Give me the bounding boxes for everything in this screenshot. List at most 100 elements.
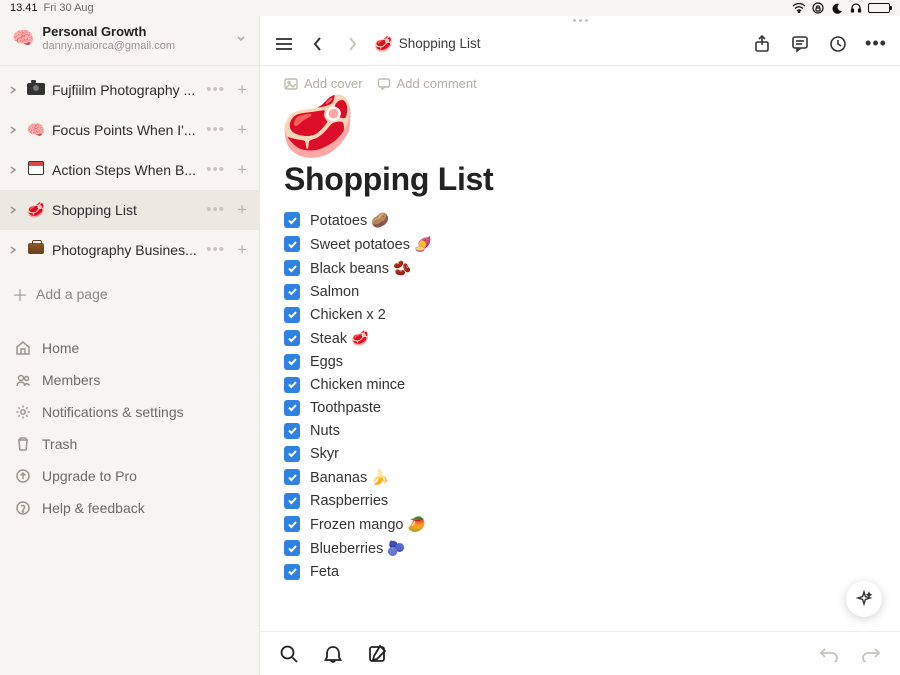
todo-item[interactable]: Sweet potatoes 🍠 <box>284 232 900 256</box>
page-more-button[interactable]: ••• <box>204 161 227 178</box>
todo-item[interactable]: Feta <box>284 560 900 583</box>
todo-item[interactable]: Potatoes 🥔 <box>284 208 900 232</box>
status-date: Fri 30 Aug <box>44 2 94 14</box>
nav-item-help[interactable]: Help & feedback <box>0 492 259 524</box>
breadcrumb[interactable]: 🥩 Shopping List <box>374 35 481 53</box>
page-add-child-button[interactable]: + <box>233 160 251 180</box>
todo-item[interactable]: Nuts <box>284 419 900 442</box>
todo-item[interactable]: Chicken x 2 <box>284 303 900 326</box>
add-page-label: Add a page <box>36 286 108 302</box>
todo-checkbox[interactable] <box>284 423 300 439</box>
share-button[interactable] <box>750 32 774 56</box>
sidebar-page-item[interactable]: 🧠Focus Points When I'...•••+ <box>0 110 259 150</box>
expand-chevron-icon[interactable] <box>6 245 20 255</box>
todo-checkbox[interactable] <box>284 330 300 346</box>
add-comment-button[interactable]: Add comment <box>377 76 477 91</box>
orientation-lock-icon <box>811 2 825 14</box>
add-page-button[interactable]: ＋ Add a page <box>0 270 259 318</box>
todo-checkbox[interactable] <box>284 493 300 509</box>
page-more-button[interactable]: ••• <box>204 81 227 98</box>
todo-item[interactable]: Black beans 🫘 <box>284 256 900 280</box>
todo-checkbox[interactable] <box>284 354 300 370</box>
compose-button[interactable] <box>366 643 388 665</box>
sidebar-page-item[interactable]: Action Steps When B...•••+ <box>0 150 259 190</box>
search-button[interactable] <box>278 643 300 665</box>
sidebar-toggle-button[interactable] <box>272 32 296 56</box>
page-label: Photography Busines... <box>52 242 198 258</box>
page-more-button[interactable]: ••• <box>204 241 227 258</box>
expand-chevron-icon[interactable] <box>6 165 20 175</box>
nav-label: Home <box>42 340 79 356</box>
trash-icon <box>14 436 32 452</box>
sidebar-page-item[interactable]: 🥩Shopping List•••+ <box>0 190 259 230</box>
expand-chevron-icon[interactable] <box>6 85 20 95</box>
sidebar-page-item[interactable]: Fujfiilm Photography ... ••• + <box>0 70 259 110</box>
ai-fab-button[interactable] <box>846 581 882 617</box>
todo-item[interactable]: Blueberries 🫐 <box>284 536 900 560</box>
nav-label: Members <box>42 372 100 388</box>
status-bar: 13.41 Fri 30 Aug <box>0 0 900 16</box>
todo-checkbox[interactable] <box>284 400 300 416</box>
main-area: 🥩 Shopping List ••• <box>260 16 900 675</box>
back-button[interactable] <box>306 32 330 56</box>
page-title[interactable]: Shopping List <box>260 161 900 208</box>
todo-checkbox[interactable] <box>284 377 300 393</box>
nav-item-settings[interactable]: Notifications & settings <box>0 396 259 428</box>
todo-item[interactable]: Frozen mango 🥭 <box>284 512 900 536</box>
page-more-button[interactable]: ••• <box>204 201 227 218</box>
todo-checkbox[interactable] <box>284 540 300 556</box>
redo-button[interactable] <box>860 643 882 665</box>
nav-item-home[interactable]: Home <box>0 332 259 364</box>
page-add-child-button[interactable]: + <box>233 240 251 260</box>
todo-item[interactable]: Raspberries <box>284 489 900 512</box>
wifi-icon <box>792 2 806 14</box>
todo-item[interactable]: Salmon <box>284 280 900 303</box>
breadcrumb-label: Shopping List <box>399 36 481 51</box>
inbox-button[interactable] <box>322 643 344 665</box>
todo-item[interactable]: Bananas 🍌 <box>284 465 900 489</box>
add-cover-label: Add cover <box>304 76 363 91</box>
expand-chevron-icon[interactable] <box>6 125 20 135</box>
nav-item-trash[interactable]: Trash <box>0 428 259 460</box>
todo-checkbox[interactable] <box>284 236 300 252</box>
todo-checkbox[interactable] <box>284 307 300 323</box>
todo-item[interactable]: Skyr <box>284 442 900 465</box>
nav-item-members[interactable]: Members <box>0 364 259 396</box>
page-add-child-button[interactable]: + <box>233 120 251 140</box>
todo-checkbox[interactable] <box>284 516 300 532</box>
page-more-button[interactable]: ••• <box>204 121 227 138</box>
comments-button[interactable] <box>788 32 812 56</box>
page-label: Fujfiilm Photography ... <box>52 82 198 98</box>
page-add-child-button[interactable]: + <box>233 200 251 220</box>
add-cover-button[interactable]: Add cover <box>284 76 363 91</box>
todo-text: Toothpaste <box>310 400 381 416</box>
document-scroll[interactable]: Add cover Add comment 🥩 Shopping List Po… <box>260 66 900 631</box>
forward-button[interactable] <box>340 32 364 56</box>
todo-checkbox[interactable] <box>284 564 300 580</box>
sidebar-page-item[interactable]: Photography Busines... ••• + <box>0 230 259 270</box>
todo-checkbox[interactable] <box>284 284 300 300</box>
todo-text: Frozen mango 🥭 <box>310 516 426 533</box>
breadcrumb-icon: 🥩 <box>374 35 393 53</box>
expand-chevron-icon[interactable] <box>6 205 20 215</box>
updates-button[interactable] <box>826 32 850 56</box>
more-button[interactable]: ••• <box>864 32 888 56</box>
battery-icon <box>868 3 890 13</box>
page-emoji-icon <box>26 241 46 258</box>
todo-checkbox[interactable] <box>284 469 300 485</box>
page-add-child-button[interactable]: + <box>233 80 251 100</box>
page-label: Shopping List <box>52 202 198 218</box>
page-label: Focus Points When I'... <box>52 122 198 138</box>
todo-checkbox[interactable] <box>284 260 300 276</box>
workspace-switcher[interactable]: 🧠 Personal Growth danny.maiorca@gmail.co… <box>0 16 259 61</box>
todo-item[interactable]: Toothpaste <box>284 396 900 419</box>
todo-checkbox[interactable] <box>284 212 300 228</box>
nav-item-upgrade[interactable]: Upgrade to Pro <box>0 460 259 492</box>
todo-item[interactable]: Steak 🥩 <box>284 326 900 350</box>
page-icon[interactable]: 🥩 <box>260 95 900 161</box>
todo-checkbox[interactable] <box>284 446 300 462</box>
todo-item[interactable]: Chicken mince <box>284 373 900 396</box>
undo-button[interactable] <box>818 643 840 665</box>
todo-text: Black beans 🫘 <box>310 260 411 277</box>
todo-item[interactable]: Eggs <box>284 350 900 373</box>
